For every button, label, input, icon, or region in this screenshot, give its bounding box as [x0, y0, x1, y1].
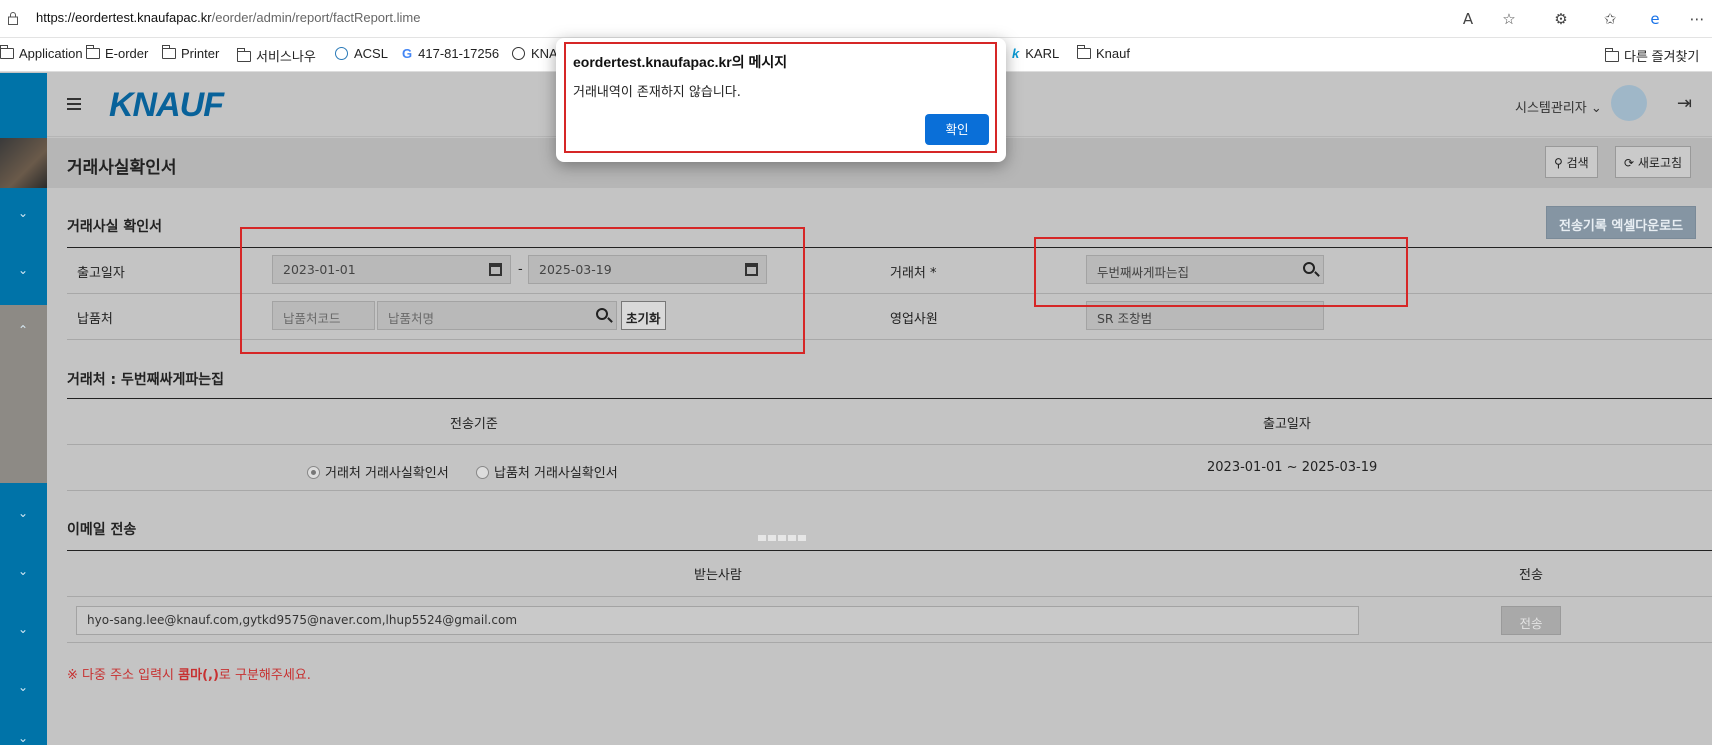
browser-address-bar: https://eordertest.knaufapac.kr/eorder/a… [0, 0, 1712, 38]
section-rule [67, 550, 1712, 551]
bookmark-servicenow[interactable]: 서비스나우 [236, 46, 316, 65]
section-title-summary: 거래처 : 두번째싸게파는집 [67, 372, 225, 388]
page-title: 거래사실확인서 [67, 158, 177, 178]
row-divider [67, 642, 1712, 643]
radio-button[interactable] [307, 466, 320, 479]
col-header-ship-date: 출고일자 [1263, 417, 1311, 432]
email-note: ※ 다중 주소 입력시 콤마(,)로 구분해주세요. [67, 668, 311, 683]
radio-button[interactable] [476, 466, 489, 479]
google-icon: G [402, 46, 413, 61]
row-divider [67, 596, 1712, 597]
chevron-down-icon[interactable]: ⌄ [14, 206, 32, 220]
globe-icon [335, 47, 348, 60]
bookmark-knauf[interactable]: Knauf [1076, 45, 1130, 61]
annotation-box [240, 227, 805, 354]
delivery-label: 납품처 [77, 312, 113, 327]
date-range-value: 2023-01-01 ~ 2025-03-19 [1207, 460, 1378, 475]
more-options-icon[interactable]: ⋯ [1687, 9, 1707, 29]
col-header-send: 전송 [1519, 568, 1543, 583]
favorites-icon[interactable]: ✩ [1600, 9, 1620, 29]
avatar[interactable] [1611, 85, 1647, 121]
bookmark-business-number[interactable]: G 417-81-17256 [402, 46, 499, 61]
search-button[interactable]: ⚲ 검색 [1545, 146, 1598, 178]
bookmark-kna[interactable]: KNA [512, 46, 558, 61]
sidebar: ⌄ ⌄ ⌃ ⌄ ⌄ ⌄ ⌄ ⌄ [0, 73, 47, 745]
chevron-down-icon[interactable]: ⌄ [14, 680, 32, 694]
refresh-button[interactable]: ⟳ 새로고침 [1615, 146, 1692, 178]
section-title-email: 이메일 전송 [67, 522, 137, 538]
chevron-down-icon: ⌄ [1590, 101, 1602, 116]
user-menu[interactable]: 시스템관리자 ⌄ [1515, 97, 1602, 116]
chevron-down-icon[interactable]: ⌄ [14, 564, 32, 578]
menu-icon[interactable] [67, 98, 81, 110]
main-content: 거래사실 확인서 전송기록 엑셀다운로드 출고일자 2023-01-01 - 2… [47, 188, 1712, 745]
bookmark-karl[interactable]: k KARL [1012, 46, 1059, 61]
url-field[interactable]: https://eordertest.knaufapac.kr/eorder/a… [36, 10, 420, 25]
folder-icon [161, 45, 176, 59]
chevron-down-icon[interactable]: ⌄ [14, 622, 32, 636]
row-divider [67, 444, 1712, 445]
karl-icon: k [1012, 46, 1020, 61]
row-divider [67, 490, 1712, 491]
bookmark-other-favorites[interactable]: 다른 즐겨찾기 [1604, 46, 1699, 65]
section-title-form: 거래사실 확인서 [67, 219, 163, 235]
customer-label: 거래처 * [890, 266, 937, 281]
chevron-up-icon[interactable]: ⌃ [14, 323, 32, 337]
col-header-basis: 전송기준 [450, 417, 498, 432]
bookmark-acsl[interactable]: ACSL [335, 46, 388, 61]
sales-rep-label: 영업사원 [890, 312, 938, 327]
lock-icon [8, 12, 18, 25]
loading-indicator [758, 530, 812, 541]
chevron-down-icon[interactable]: ⌄ [14, 731, 32, 745]
bookmark-eorder[interactable]: E-order [85, 45, 148, 61]
search-icon: ⚲ [1554, 156, 1563, 170]
radio-customer-option[interactable]: 거래처 거래사실확인서 [307, 462, 449, 481]
email-recipients-input[interactable]: hyo-sang.lee@knauf.com,gytkd9575@naver.c… [76, 606, 1359, 635]
chevron-down-icon[interactable]: ⌄ [14, 263, 32, 277]
radio-delivery-option[interactable]: 납품처 거래사실확인서 [476, 462, 618, 481]
ship-date-label: 출고일자 [77, 266, 125, 281]
sidebar-profile-image [0, 138, 47, 188]
extensions-icon[interactable]: ⚙ [1551, 9, 1571, 29]
annotation-box [564, 42, 997, 153]
folder-icon [1076, 45, 1091, 59]
folder-icon [0, 45, 14, 59]
bookmark-printer[interactable]: Printer [161, 45, 219, 61]
favorite-star-icon[interactable]: ☆ [1499, 9, 1519, 29]
read-aloud-icon[interactable]: A [1458, 9, 1478, 29]
refresh-icon: ⟳ [1624, 156, 1635, 170]
section-rule [67, 398, 1712, 399]
annotation-box [1034, 237, 1408, 307]
folder-icon [85, 45, 100, 59]
knauf-logo[interactable]: KNAUF [109, 86, 224, 125]
chevron-down-icon[interactable]: ⌄ [14, 506, 32, 520]
send-button[interactable]: 전송 [1501, 606, 1561, 635]
logout-icon[interactable]: ⇥ [1677, 93, 1692, 114]
folder-icon [1604, 48, 1619, 62]
collections-icon[interactable]: e [1645, 9, 1665, 29]
globe-icon [512, 47, 525, 60]
bookmark-application[interactable]: Application [0, 45, 83, 61]
excel-download-button[interactable]: 전송기록 엑셀다운로드 [1546, 206, 1697, 239]
col-header-recipient: 받는사람 [694, 568, 742, 583]
folder-icon [236, 48, 251, 62]
